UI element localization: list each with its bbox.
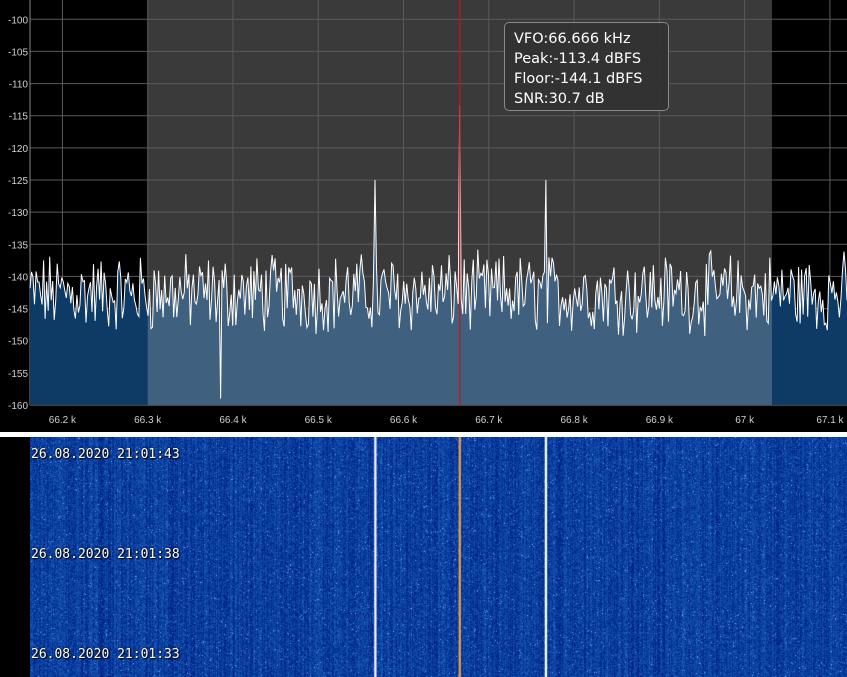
y-tick-label: -105 <box>8 47 28 58</box>
spectrum-display[interactable]: -100 -105 -110 -115 -120 -125 -130 -135 -140 -145… <box>0 0 847 432</box>
y-tick-label: -130 <box>8 208 28 219</box>
spectrum-plot[interactable]: -100 -105 -110 -115 -120 -125 -130 -135 -140 -145… <box>0 0 847 432</box>
x-tick-label: 67.1 k <box>816 415 844 426</box>
y-tick-label: -120 <box>8 144 28 155</box>
x-tick-label: 66.5 k <box>305 415 333 426</box>
waterfall-timestamp: 26.08.2020 21:01:33 <box>31 647 180 662</box>
y-tick-label: -140 <box>8 272 28 283</box>
x-tick-label: 66.6 k <box>390 415 418 426</box>
snr-readout: SNR:30.7 dB <box>514 91 605 107</box>
waterfall-timestamp: 26.08.2020 21:01:43 <box>31 447 180 462</box>
noise-floor-readout: Floor:-144.1 dBFS <box>514 71 643 87</box>
y-tick-label: -160 <box>8 401 28 412</box>
x-tick-label: 66.9 k <box>646 415 674 426</box>
y-tick-label: -135 <box>8 240 28 251</box>
x-tick-label: 67 k <box>735 415 755 426</box>
x-tick-label: 66.8 k <box>560 415 588 426</box>
vfo-frequency-readout: VFO:66.666 kHz <box>514 31 631 47</box>
waterfall-timestamp: 26.08.2020 21:01:38 <box>31 547 180 562</box>
vfo-info-panel: VFO:66.666 kHz Peak:-113.4 dBFS Floor:-1… <box>504 22 669 111</box>
y-tick-label: -155 <box>8 369 28 380</box>
x-tick-label: 66.2 k <box>49 415 77 426</box>
waterfall-display[interactable]: 26.08.2020 21:01:43 26.08.2020 21:01:38 … <box>0 437 847 677</box>
peak-level-readout: Peak:-113.4 dBFS <box>514 51 642 67</box>
y-tick-label: -150 <box>8 337 28 348</box>
y-tick-label: -110 <box>9 80 29 91</box>
y-tick-label: -100 <box>8 15 28 26</box>
x-tick-label: 66.4 k <box>219 415 247 426</box>
x-tick-label: 66.7 k <box>475 415 503 426</box>
y-tick-label: -125 <box>8 176 28 187</box>
x-tick-label: 66.3 k <box>134 415 162 426</box>
y-tick-label: -115 <box>9 112 29 123</box>
y-tick-label: -145 <box>8 305 28 316</box>
